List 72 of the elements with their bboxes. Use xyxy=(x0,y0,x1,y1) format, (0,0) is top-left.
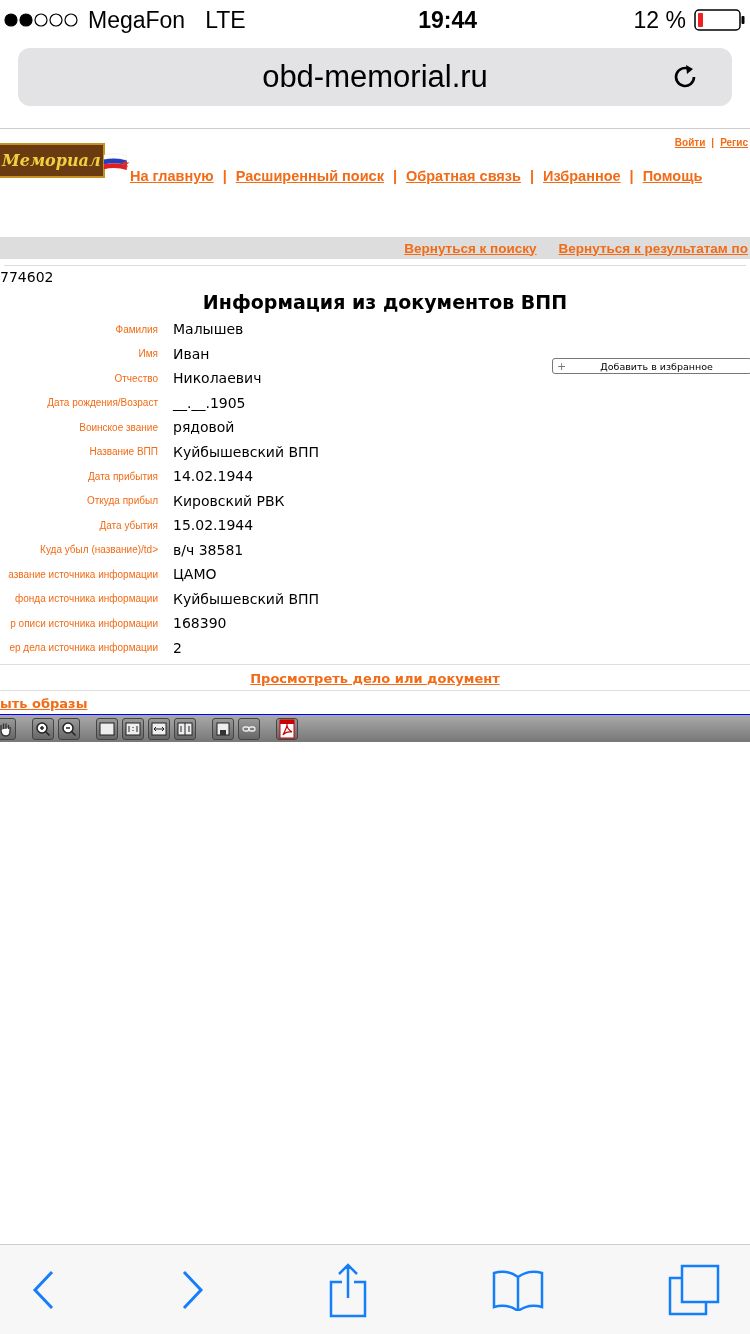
field-value: Малышев xyxy=(173,321,244,338)
fit-width-button[interactable] xyxy=(148,717,170,740)
page-title: Информация из документов ВПП xyxy=(201,291,569,315)
images-link[interactable]: ыть образы xyxy=(0,696,88,711)
account-link[interactable]: Войти xyxy=(674,137,706,148)
field-value: Куйбышевский ВПП xyxy=(173,590,320,607)
account-link[interactable]: Регис xyxy=(720,137,748,148)
clock-time: 19:44 xyxy=(417,6,477,34)
field-label: Куда убыл (название)/td> xyxy=(39,544,158,556)
hand-tool-button[interactable] xyxy=(0,717,16,740)
pdf-button[interactable] xyxy=(276,717,298,740)
actual-size-button[interactable] xyxy=(122,717,144,740)
nav-link[interactable]: Избранное xyxy=(543,168,621,184)
separator: | xyxy=(629,168,634,184)
field-label: Воинское звание xyxy=(78,421,158,433)
field-label: фонда источника информации xyxy=(14,593,158,605)
fit-page-button[interactable] xyxy=(174,717,196,740)
field-value: 15.02.1944 xyxy=(173,517,254,534)
tabs-icon[interactable] xyxy=(668,1263,720,1316)
add-to-favorites-button[interactable]: + Добавить в избранное xyxy=(552,358,750,374)
field-label: ер дела источника информации xyxy=(8,642,158,654)
battery-percent: 12 % xyxy=(633,6,686,34)
field-value: Иван xyxy=(173,345,210,362)
signal-icon xyxy=(4,13,80,27)
field-label: р описи источника информации xyxy=(9,617,158,629)
field-label: азвание источника информации xyxy=(7,568,158,580)
zoom-in-button[interactable] xyxy=(32,717,54,740)
reload-icon[interactable] xyxy=(672,62,698,90)
separator: | xyxy=(392,168,397,184)
field-label: Дата прибытия xyxy=(87,470,158,482)
nav-link[interactable]: Обратная связь xyxy=(406,168,521,184)
nav-link[interactable]: Помощь xyxy=(642,168,703,184)
separator: | xyxy=(222,168,227,184)
field-value: 14.02.1944 xyxy=(173,468,254,485)
zoom-out-button[interactable] xyxy=(58,717,80,740)
field-label: Отчество xyxy=(113,372,158,384)
back-link[interactable]: Вернуться к результатам по xyxy=(558,240,748,256)
separator: | xyxy=(529,168,534,184)
battery-icon xyxy=(694,9,746,31)
back-link[interactable]: Вернуться к поиску xyxy=(404,240,537,256)
save-button[interactable] xyxy=(212,717,234,740)
field-label: Фамилия xyxy=(114,323,158,335)
field-label: Имя xyxy=(137,348,158,360)
record-id: 774602 xyxy=(0,268,55,287)
chain-link-icon xyxy=(242,723,256,734)
field-label: Дата рождения/Возраст xyxy=(46,397,158,409)
share-icon[interactable] xyxy=(328,1261,368,1318)
back-icon[interactable] xyxy=(32,1269,56,1310)
network-type: LTE xyxy=(205,6,246,34)
field-value: рядовой xyxy=(173,419,235,436)
nav-link[interactable]: Расширенный поиск xyxy=(235,168,384,184)
view-document-link[interactable]: Просмотреть дело или документ xyxy=(250,671,500,686)
field-value: Кировский РВК xyxy=(173,492,285,509)
field-value: ЦАМО xyxy=(173,566,217,583)
field-label: Дата убытия xyxy=(98,519,158,531)
address-bar[interactable]: obd-memorial.ru xyxy=(18,48,732,106)
field-label: Откуда прибыл xyxy=(86,495,158,507)
forward-icon[interactable] xyxy=(180,1269,204,1310)
carrier-name: MegaFon xyxy=(88,6,186,34)
field-value: в/ч 38581 xyxy=(173,541,244,558)
field-value: Николаевич xyxy=(173,370,262,387)
field-value: Куйбышевский ВПП xyxy=(173,443,320,460)
frame-button[interactable] xyxy=(96,717,118,740)
link-button[interactable] xyxy=(238,717,260,740)
field-label: Название ВПП xyxy=(88,446,158,458)
field-value: 168390 xyxy=(173,615,227,632)
bookmarks-icon[interactable] xyxy=(492,1268,544,1311)
field-value: __.__.1905 xyxy=(173,394,246,411)
separator: | xyxy=(711,137,715,148)
nav-link[interactable]: На главную xyxy=(130,168,214,184)
logo-text[interactable]: Мемориал xyxy=(0,143,105,178)
field-value: 2 xyxy=(173,639,182,656)
